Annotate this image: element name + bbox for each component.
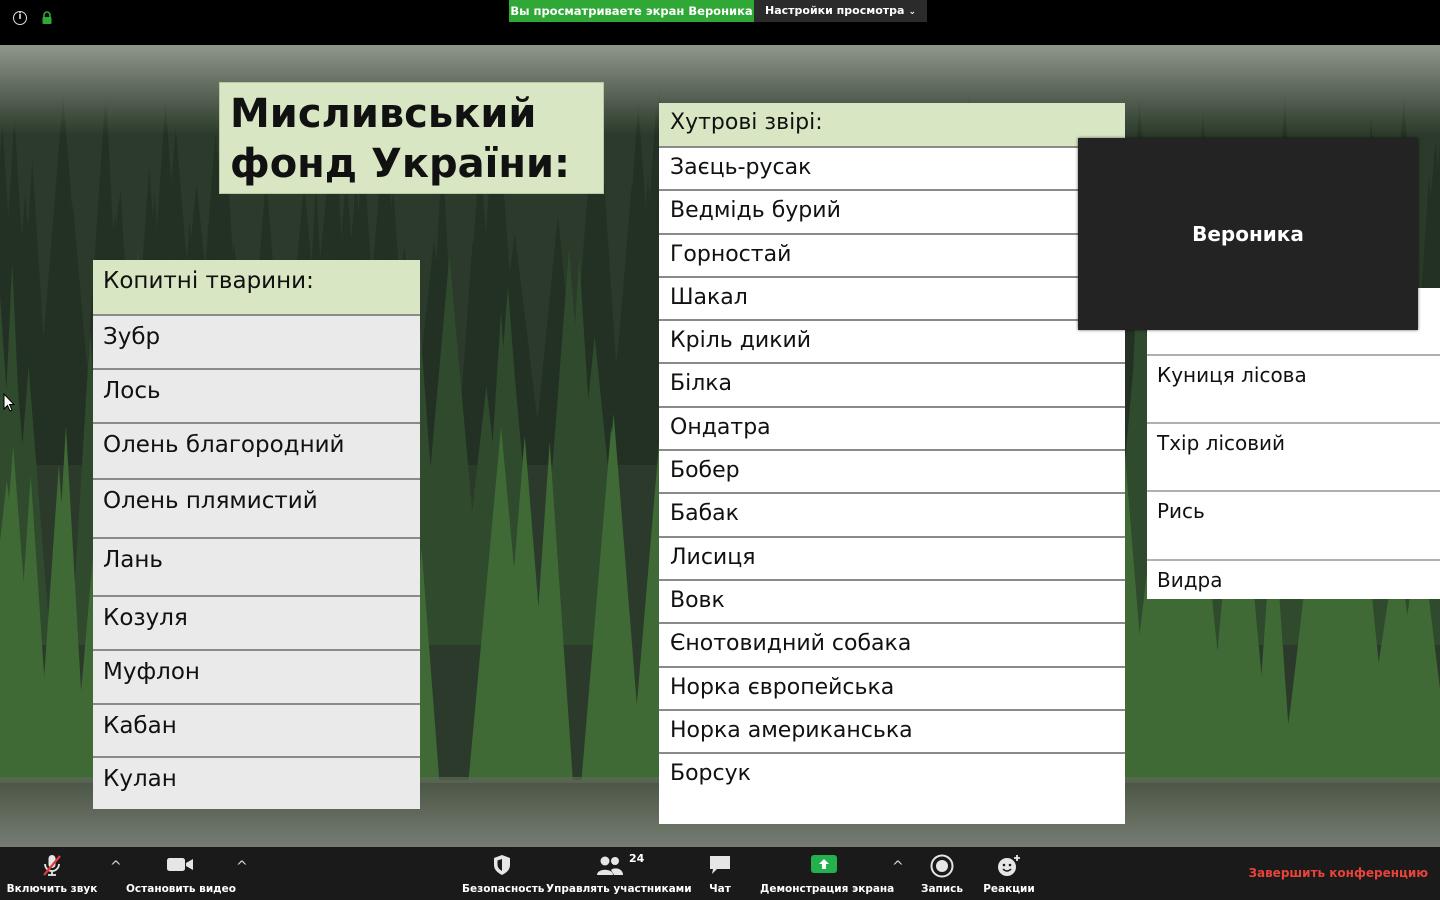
- table-row: Білка: [659, 362, 1125, 406]
- table-row: Лось: [93, 368, 420, 422]
- table-row: Шакал: [659, 275, 1125, 320]
- table-row: Ведмідь бурий: [659, 189, 1125, 233]
- table-row: Олень плямистий: [93, 478, 420, 537]
- share-options-caret-icon[interactable]: ^: [892, 859, 904, 875]
- reactions-button[interactable]: Реакции: [980, 847, 1038, 900]
- share-screen-button[interactable]: Демонстрация экрана: [760, 847, 895, 900]
- video-options-caret-icon[interactable]: ^: [236, 859, 248, 875]
- table-row: Рись: [1147, 490, 1440, 559]
- table-row: Куниця лісова: [1147, 354, 1440, 422]
- table-row: Видра: [1147, 559, 1440, 599]
- hoofed-animals-list: Зубр Лось Олень благородний Олень плямис…: [93, 314, 420, 809]
- table-row: Муфлон: [93, 649, 420, 703]
- video-camera-icon: [167, 858, 193, 871]
- security-button[interactable]: Безопасность: [462, 847, 545, 900]
- view-options-label: Настройки просмотра: [765, 4, 905, 17]
- table-row: Зубр: [93, 314, 420, 368]
- share-screen-label: Демонстрация экрана: [760, 883, 895, 895]
- hoofed-animals-table: Копитні тварини: Зубр Лось Олень благоро…: [93, 260, 420, 809]
- table-row: Ондатра: [659, 405, 1125, 450]
- stop-video-button[interactable]: Остановить видео: [126, 847, 236, 900]
- slide-title-box: Мисливський фонд України:: [219, 82, 604, 194]
- table-row: Бобер: [659, 449, 1125, 493]
- unmute-button[interactable]: Включить звук: [2, 847, 102, 900]
- table-row: Єнотовидний собака: [659, 622, 1125, 666]
- slide-title: Мисливський фонд України:: [230, 91, 571, 187]
- record-label: Запись: [920, 883, 964, 895]
- table-row: Норка європейська: [659, 665, 1125, 709]
- viewing-screen-banner: Вы просматриваете экран Вероника: [509, 0, 754, 22]
- security-label: Безопасность: [462, 883, 545, 895]
- table-row: Козуля: [93, 595, 420, 649]
- table-row: Кріль дикий: [659, 319, 1125, 363]
- participants-icon: [597, 856, 624, 875]
- table-row: Горностай: [659, 232, 1125, 276]
- table-row: Вовк: [659, 578, 1125, 623]
- meeting-top-bar: i Вы просматриваете экран Вероника Настр…: [0, 0, 1440, 45]
- manage-participants-label: Управлять участниками: [546, 883, 692, 895]
- smiley-reaction-icon: [998, 855, 1020, 876]
- hoofed-animals-header: Копитні тварини:: [93, 260, 420, 314]
- unmute-label: Включить звук: [6, 883, 98, 895]
- shield-icon: [494, 855, 510, 875]
- microphone-muted-icon: [43, 855, 61, 876]
- manage-participants-button[interactable]: 24 Управлять участниками: [546, 847, 692, 900]
- record-button[interactable]: Запись: [912, 847, 972, 900]
- table-row: Кулан: [93, 756, 420, 809]
- chat-bubble-icon: [710, 856, 730, 874]
- fur-animals-header: Хутрові звірі:: [659, 103, 1125, 146]
- stop-video-label: Остановить видео: [126, 883, 236, 895]
- view-options-button[interactable]: Настройки просмотра ⌄: [754, 0, 927, 22]
- share-screen-arrow-icon: [811, 855, 837, 873]
- participant-video-tile[interactable]: Вероника: [1078, 138, 1418, 330]
- info-icon[interactable]: i: [13, 11, 27, 25]
- table-row: Бабак: [659, 492, 1125, 536]
- meeting-toolbar: Включить звук ^ Остановить видео ^ Безоп…: [0, 847, 1440, 900]
- reactions-label: Реакции: [983, 883, 1035, 895]
- table-row: Олень благородний: [93, 422, 420, 478]
- end-meeting-button[interactable]: Завершить конференцию: [1248, 866, 1428, 880]
- participants-count-badge: 24: [629, 852, 645, 865]
- fur-animals-list: Заєць-русак Ведмідь бурий Горностай Шака…: [659, 146, 1125, 825]
- chevron-down-icon: ⌄: [908, 7, 916, 17]
- table-row: Лисиця: [659, 535, 1125, 579]
- table-row: Норка американська: [659, 708, 1125, 753]
- fur-animals-table: Хутрові звірі: Заєць-русак Ведмідь бурий…: [659, 103, 1125, 825]
- participant-name: Вероника: [1192, 222, 1304, 246]
- encryption-lock-icon[interactable]: [40, 11, 54, 25]
- mouse-cursor-icon: [3, 393, 15, 412]
- table-row: Заєць-русак: [659, 146, 1125, 190]
- table-row: Лань: [93, 537, 420, 595]
- chat-button[interactable]: Чат: [694, 847, 746, 900]
- fur-animals-table-continued: Куниця лісова Тхір лісовий Рись Видра: [1147, 288, 1440, 599]
- shared-screen: Мисливський фонд України: Копитні тварин…: [0, 45, 1440, 847]
- table-row: Борсук: [659, 752, 1125, 825]
- table-row: Кабан: [93, 703, 420, 756]
- chat-label: Чат: [709, 883, 731, 895]
- audio-options-caret-icon[interactable]: ^: [110, 859, 122, 875]
- table-row: Тхір лісовий: [1147, 422, 1440, 490]
- record-icon: [930, 854, 954, 878]
